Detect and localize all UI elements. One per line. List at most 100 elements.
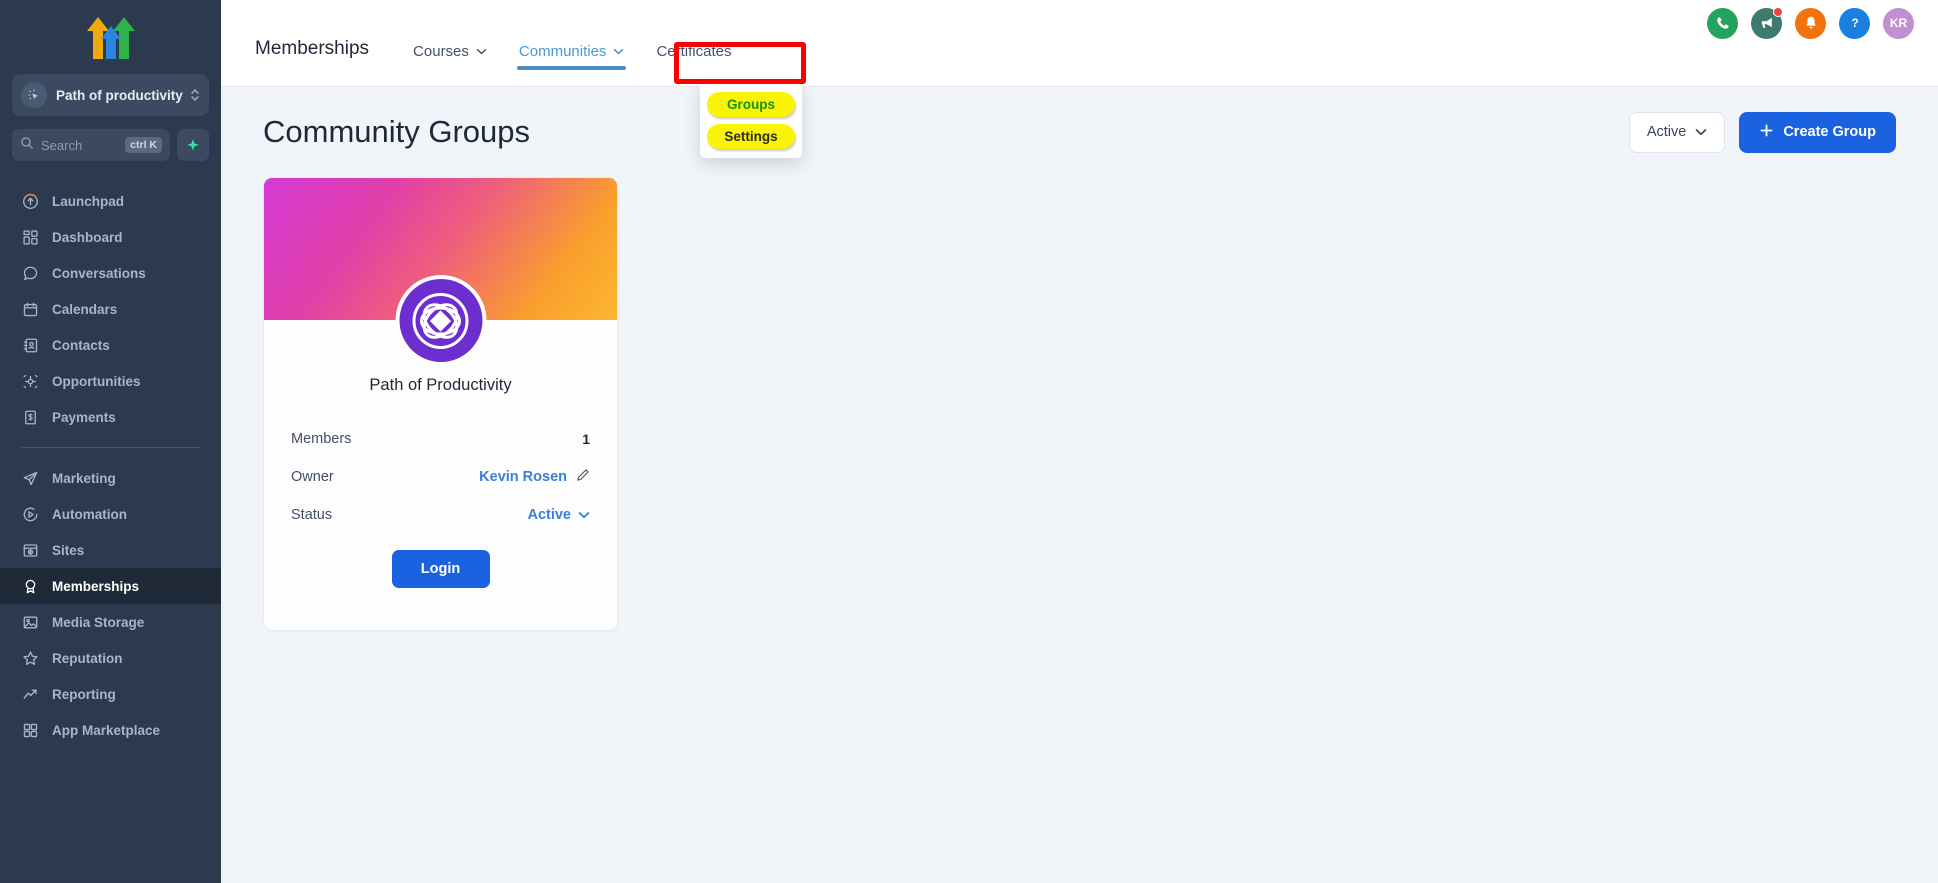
sidebar-item-label: Contacts xyxy=(52,337,110,353)
members-count: 1 xyxy=(582,431,590,447)
card-body: Path of Productivity Members 1 Owner Kev… xyxy=(264,320,617,630)
sidebar: Path of productivity Search ctrl K Launc… xyxy=(0,0,221,883)
tab-courses[interactable]: Courses xyxy=(397,43,503,86)
sidebar-item-label: Dashboard xyxy=(52,229,123,245)
sidebar-item-label: Marketing xyxy=(52,470,116,486)
sidebar-item-reputation[interactable]: Reputation xyxy=(0,640,221,676)
bell-icon[interactable] xyxy=(1795,7,1826,39)
owner-value[interactable]: Kevin Rosen xyxy=(479,468,590,486)
browser-window-icon xyxy=(21,541,39,559)
sidebar-item-conversations[interactable]: Conversations xyxy=(0,255,221,291)
megaphone-icon[interactable] xyxy=(1751,6,1783,39)
status-value: Active xyxy=(527,507,571,523)
tab-label: Communities xyxy=(518,43,607,60)
groups-grid: Path of Productivity Members 1 Owner Kev… xyxy=(251,177,1908,631)
avatar[interactable]: KR xyxy=(1883,7,1914,39)
contacts-book-icon xyxy=(21,336,39,354)
row-label: Members xyxy=(291,431,352,447)
notification-badge xyxy=(1773,6,1783,17)
apps-grid-icon xyxy=(21,721,39,739)
sidebar-item-media-storage[interactable]: Media Storage xyxy=(0,604,221,640)
trend-up-icon xyxy=(21,685,39,703)
sparkle-icon[interactable] xyxy=(177,129,209,161)
opportunities-icon xyxy=(21,372,39,390)
card-logo-frame xyxy=(395,275,486,366)
card-banner xyxy=(264,178,617,366)
phone-icon[interactable] xyxy=(1707,7,1738,39)
create-group-label: Create Group xyxy=(1783,124,1876,140)
interlocking-circles-logo xyxy=(399,279,482,362)
paper-plane-icon xyxy=(21,469,39,487)
search-shortcut-badge: ctrl K xyxy=(125,137,162,153)
sidebar-item-label: Reputation xyxy=(52,650,123,666)
cursor-click-icon xyxy=(21,82,47,108)
sidebar-item-label: Automation xyxy=(52,506,127,522)
pencil-icon[interactable] xyxy=(576,468,590,486)
top-bar: Memberships Courses Communities Certific… xyxy=(221,0,1938,87)
dashboard-grid-icon xyxy=(21,228,39,246)
sidebar-item-label: Reporting xyxy=(52,686,116,702)
sidebar-search-row: Search ctrl K xyxy=(12,129,209,161)
help-icon[interactable]: ? xyxy=(1839,7,1870,39)
payments-bill-icon xyxy=(21,408,39,426)
sidebar-item-sites[interactable]: Sites xyxy=(0,532,221,568)
sidebar-item-label: Memberships xyxy=(52,578,140,594)
card-row-members: Members 1 xyxy=(291,420,590,458)
sidebar-item-app-marketplace[interactable]: App Marketplace xyxy=(0,712,221,748)
card-row-status: Status Active xyxy=(291,496,590,534)
communities-dropdown-menu: Groups Settings xyxy=(700,83,802,158)
community-group-card[interactable]: Path of Productivity Members 1 Owner Kev… xyxy=(263,177,618,631)
workspace-selector[interactable]: Path of productivity xyxy=(12,74,209,116)
chevron-updown-icon xyxy=(190,87,200,104)
play-circle-icon xyxy=(21,505,39,523)
sidebar-divider xyxy=(21,447,200,448)
create-group-button[interactable]: Create Group xyxy=(1739,111,1896,153)
sidebar-item-label: Opportunities xyxy=(52,373,141,389)
tab-certificates[interactable]: Certificates xyxy=(640,43,747,86)
svg-text:?: ? xyxy=(1851,18,1858,30)
sidebar-item-launchpad[interactable]: Launchpad xyxy=(0,183,221,219)
top-bar-actions: ? KR xyxy=(1707,6,1938,79)
chevron-down-icon xyxy=(613,46,624,58)
sidebar-item-label: Launchpad xyxy=(52,193,125,209)
page-header: Community Groups Active Create Group xyxy=(251,87,1908,177)
sidebar-item-label: Media Storage xyxy=(52,614,145,630)
tab-label: Courses xyxy=(413,43,469,60)
status-select[interactable]: Active xyxy=(527,507,590,523)
status-filter-dropdown[interactable]: Active xyxy=(1628,111,1726,153)
dropdown-item-settings[interactable]: Settings xyxy=(707,124,795,149)
chevron-down-icon xyxy=(578,507,590,523)
sidebar-item-memberships[interactable]: Memberships xyxy=(0,568,221,604)
chevron-down-icon xyxy=(1695,124,1707,140)
dropdown-item-groups[interactable]: Groups xyxy=(707,92,795,117)
sidebar-item-calendars[interactable]: Calendars xyxy=(0,291,221,327)
card-login-area: Login xyxy=(291,534,590,630)
sidebar-item-dashboard[interactable]: Dashboard xyxy=(0,219,221,255)
page-title: Community Groups xyxy=(263,114,531,149)
sidebar-item-contacts[interactable]: Contacts xyxy=(0,327,221,363)
page-header-actions: Active Create Group xyxy=(1628,111,1896,153)
sidebar-item-reporting[interactable]: Reporting xyxy=(0,676,221,712)
owner-name: Kevin Rosen xyxy=(479,469,567,485)
app-logo[interactable] xyxy=(0,8,221,66)
tab-communities[interactable]: Communities xyxy=(503,43,641,86)
row-label: Status xyxy=(291,507,333,523)
chat-bubble-icon xyxy=(21,264,39,282)
sidebar-item-label: Payments xyxy=(52,409,116,425)
main-area: Memberships Courses Communities Certific… xyxy=(221,0,1938,883)
sidebar-item-automation[interactable]: Automation xyxy=(0,496,221,532)
sidebar-item-marketing[interactable]: Marketing xyxy=(0,460,221,496)
image-picture-icon xyxy=(21,613,39,631)
sidebar-item-label: Sites xyxy=(52,542,85,558)
search-input[interactable]: Search ctrl K xyxy=(12,129,170,161)
row-label: Owner xyxy=(291,469,334,485)
sparkle-glyph xyxy=(187,138,199,151)
workspace-label: Path of productivity xyxy=(56,87,183,103)
sidebar-nav: Launchpad Dashboard Conversations Calend… xyxy=(0,183,221,748)
sidebar-item-label: Calendars xyxy=(52,301,118,317)
search-placeholder: Search xyxy=(41,137,83,153)
sidebar-item-payments[interactable]: Payments xyxy=(0,399,221,435)
top-navigation: Memberships Courses Communities Certific… xyxy=(221,0,747,86)
login-button[interactable]: Login xyxy=(391,550,490,588)
sidebar-item-opportunities[interactable]: Opportunities xyxy=(0,363,221,399)
